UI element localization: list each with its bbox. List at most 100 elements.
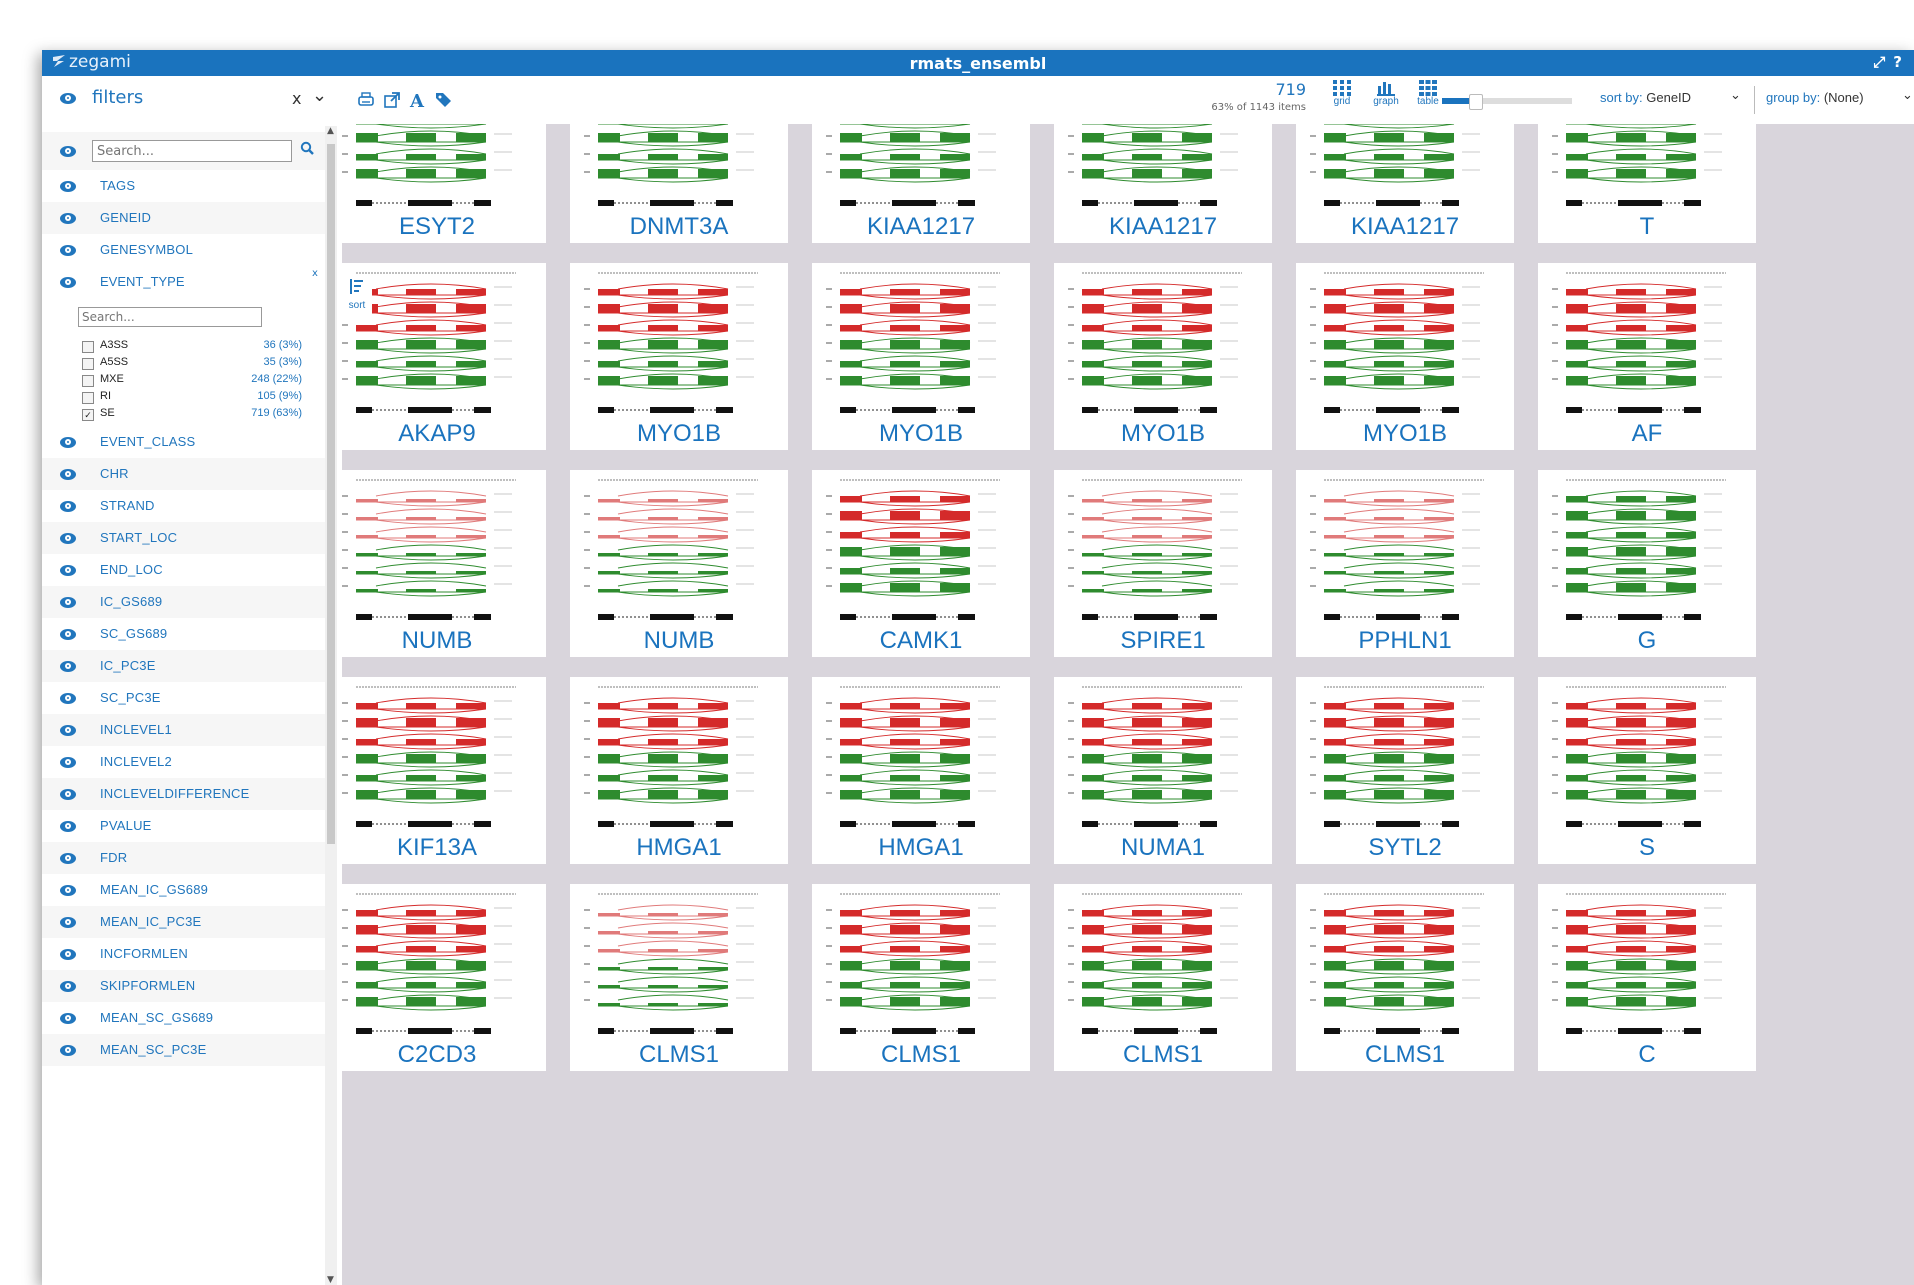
eye-icon[interactable] [60,213,76,224]
image-tile[interactable]: CLMS1 [1296,884,1514,1071]
filter-row[interactable]: SC_GS689 [42,618,325,650]
filter-row[interactable]: GENESYMBOL [42,234,325,266]
eye-icon[interactable] [60,789,76,800]
eye-icon[interactable] [60,181,76,192]
checkbox[interactable] [82,358,94,370]
image-tile[interactable]: MYO1B [1054,263,1272,450]
scroll-down-icon[interactable]: ▼ [327,1275,334,1285]
filter-row[interactable]: STRAND [42,490,325,522]
image-tile[interactable]: ESYT2 [342,124,546,243]
eye-icon[interactable] [60,1013,76,1024]
eye-icon[interactable] [60,245,76,256]
filter-row[interactable]: INCLEVELDIFFERENCE [42,778,325,810]
image-tile[interactable]: NUMB [570,470,788,657]
eye-icon[interactable] [60,146,76,157]
event-type-search-input[interactable] [78,307,262,327]
image-tile[interactable]: DNMT3A [570,124,788,243]
image-tile[interactable]: T [1538,124,1756,243]
eye-icon[interactable] [60,693,76,704]
eye-icon[interactable] [60,629,76,640]
fullscreen-icon[interactable]: ⤢ [1873,53,1885,71]
filter-row[interactable]: SC_PC3E [42,682,325,714]
view-grid-button[interactable]: grid [1322,80,1362,107]
image-tile[interactable]: S [1538,677,1756,864]
eye-icon[interactable] [60,565,76,576]
filter-row[interactable]: FDR [42,842,325,874]
eye-icon[interactable] [60,661,76,672]
filter-row[interactable]: MEAN_IC_PC3E [42,906,325,938]
scroll-up-icon[interactable]: ▲ [327,126,334,136]
image-tile[interactable]: CLMS1 [1054,884,1272,1071]
image-tile[interactable]: KIAA1217 [1054,124,1272,243]
sort-button[interactable]: sort [342,278,372,314]
eye-icon[interactable] [60,725,76,736]
image-tile[interactable]: MYO1B [1296,263,1514,450]
image-tile[interactable]: MYO1B [570,263,788,450]
filter-row[interactable]: SKIPFORMLEN [42,970,325,1002]
image-tile[interactable]: CAMK1 [812,470,1030,657]
filter-row[interactable]: IC_PC3E [42,650,325,682]
image-tile[interactable]: NUMA1 [1054,677,1272,864]
image-tile[interactable]: HMGA1 [812,677,1030,864]
checkbox[interactable] [82,341,94,353]
filter-row[interactable]: END_LOC [42,554,325,586]
checkbox[interactable] [82,392,94,404]
filter-row[interactable]: EVENT_CLASS [42,426,325,458]
eye-icon[interactable] [60,917,76,928]
image-tile[interactable]: KIF13A [342,677,546,864]
chevron-down-icon[interactable]: ⌄ [1730,88,1741,103]
sort-by-select[interactable]: sort by: GeneID [1600,90,1740,105]
image-size-slider[interactable] [1442,94,1572,110]
eye-icon[interactable] [60,469,76,480]
help-icon[interactable]: ? [1893,53,1902,71]
image-tile[interactable]: SPIRE1 [1054,470,1272,657]
external-link-icon[interactable] [382,90,402,110]
chevron-down-icon[interactable]: ⌄ [1902,88,1913,103]
image-tile[interactable]: AF [1538,263,1756,450]
eye-icon[interactable] [60,949,76,960]
eye-icon[interactable] [60,597,76,608]
event-type-option[interactable]: A5SS 35 (3%) [82,355,302,372]
group-by-select[interactable]: group by: (None) [1766,90,1864,105]
image-tile[interactable]: G [1538,470,1756,657]
image-tile[interactable]: MYO1B [812,263,1030,450]
image-tile[interactable]: SYTL2 [1296,677,1514,864]
image-tile[interactable]: HMGA1 [570,677,788,864]
filter-row[interactable]: INCLEVEL1 [42,714,325,746]
close-filter-button[interactable]: x [312,268,318,279]
eye-icon[interactable] [60,1045,76,1056]
eye-icon[interactable] [60,821,76,832]
eye-icon[interactable] [60,853,76,864]
filter-row[interactable]: MEAN_SC_GS689 [42,1002,325,1034]
view-graph-button[interactable]: graph [1366,80,1406,107]
filter-row[interactable]: IC_GS689 [42,586,325,618]
filter-row[interactable]: INCFORMLEN [42,938,325,970]
filter-row[interactable]: CHR [42,458,325,490]
font-icon[interactable]: A [408,90,428,110]
image-tile[interactable]: C [1538,884,1756,1071]
slider-handle[interactable] [1468,94,1483,110]
checkbox[interactable]: ✓ [82,409,94,421]
filter-row[interactable]: MEAN_SC_PC3E [42,1034,325,1066]
image-tile[interactable]: C2CD3 [342,884,546,1071]
search-icon[interactable] [300,141,314,155]
image-tile[interactable]: KIAA1217 [1296,124,1514,243]
filter-row[interactable]: START_LOC [42,522,325,554]
filter-row[interactable]: MEAN_IC_GS689 [42,874,325,906]
eye-icon[interactable] [60,277,76,288]
image-tile[interactable]: PPHLN1 [1296,470,1514,657]
filter-search-input[interactable] [92,140,292,162]
eye-icon[interactable] [60,757,76,768]
image-tile[interactable]: NUMB [342,470,546,657]
image-tile[interactable]: AKAP9 [342,263,546,450]
eye-icon[interactable] [60,885,76,896]
event-type-option[interactable]: ✓ SE 719 (63%) [82,406,302,423]
event-type-option[interactable]: RI 105 (9%) [82,389,302,406]
tags-icon[interactable] [434,90,454,110]
event-type-option[interactable]: A3SS 36 (3%) [82,338,302,355]
image-tile[interactable]: CLMS1 [812,884,1030,1071]
filter-row[interactable]: INCLEVEL2 [42,746,325,778]
event-type-option[interactable]: MXE 248 (22%) [82,372,302,389]
print-icon[interactable] [356,90,376,110]
eye-icon[interactable] [60,981,76,992]
